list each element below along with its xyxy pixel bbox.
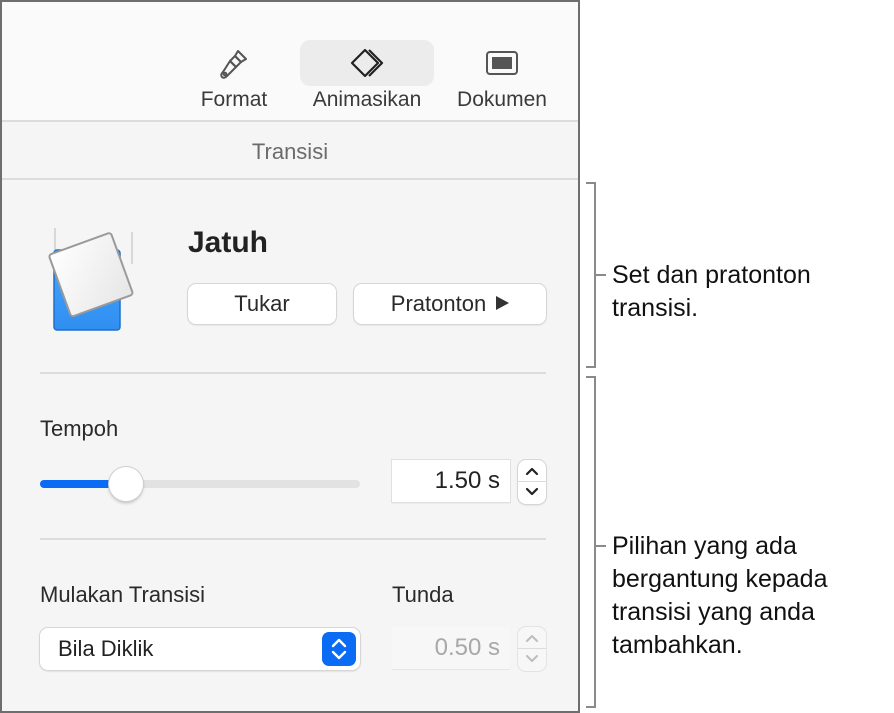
callout-leader-bottom: [596, 545, 606, 547]
delay-label: Tunda: [392, 582, 454, 607]
divider: [40, 372, 546, 374]
tab-format-label: Format: [200, 88, 268, 111]
start-transition-select[interactable]: Bila Diklik: [40, 628, 360, 670]
chevron-up-icon[interactable]: [524, 632, 540, 644]
delay-stepper[interactable]: [518, 627, 546, 671]
duration-label: Tempoh: [40, 416, 119, 441]
callout-bottom-line: Pilihan yang ada: [612, 532, 797, 560]
callout-top: Set dan pratonton transisi.: [612, 259, 811, 325]
transition-name: Jatuh: [188, 226, 269, 259]
callout-bracket-bottom: [586, 376, 596, 708]
change-transition-label: Tukar: [234, 291, 290, 316]
preview-button[interactable]: Pratonton: [354, 284, 546, 324]
callout-bottom-line: transisi yang anda: [612, 598, 815, 626]
callout-top-line: transisi.: [612, 294, 699, 322]
section-title: Transisi: [2, 124, 578, 180]
tab-format[interactable]: Format: [182, 40, 286, 116]
duration-field[interactable]: 1.50 s: [392, 460, 510, 502]
play-icon: [496, 296, 510, 311]
transition-thumbnail[interactable]: [46, 220, 136, 332]
delay-field[interactable]: 0.50 s: [392, 627, 510, 669]
callout-bottom: Pilihan yang ada bergantung kepada trans…: [612, 530, 827, 662]
divider: [40, 538, 546, 540]
tab-document[interactable]: Dokumen: [448, 40, 556, 116]
chevron-up-icon[interactable]: [524, 465, 540, 477]
document-icon: [486, 51, 518, 75]
callout-leader-top: [596, 274, 606, 276]
preview-label: Pratonton: [390, 291, 487, 316]
animate-diamonds-icon: [350, 48, 384, 78]
start-transition-label: Mulakan Transisi: [40, 582, 206, 607]
callout-bottom-line: bergantung kepada: [612, 565, 828, 593]
change-transition-button[interactable]: Tukar: [188, 284, 336, 324]
duration-stepper[interactable]: [518, 460, 546, 504]
chevron-down-icon[interactable]: [524, 486, 540, 498]
duration-slider-thumb[interactable]: [109, 467, 144, 501]
callout-top-line: Set dan pratonton: [612, 261, 811, 289]
tab-animate-label: Animasikan: [312, 88, 422, 111]
duration-slider[interactable]: [40, 467, 360, 501]
tab-animate[interactable]: Animasikan: [300, 40, 434, 116]
chevron-down-icon[interactable]: [524, 653, 540, 665]
paintbrush-icon: [220, 50, 247, 79]
callout-bottom-line: tambahkan.: [612, 631, 743, 659]
tab-document-label: Dokumen: [457, 88, 547, 111]
start-transition-value: Bila Diklik: [58, 636, 154, 661]
animate-inspector-panel: Format Animasikan Dokumen Transisi Jatuh…: [0, 0, 580, 713]
callout-bracket-top: [586, 182, 596, 368]
inspector-toolbar: Format Animasikan Dokumen: [2, 2, 578, 122]
updown-arrows-icon: [322, 632, 356, 666]
